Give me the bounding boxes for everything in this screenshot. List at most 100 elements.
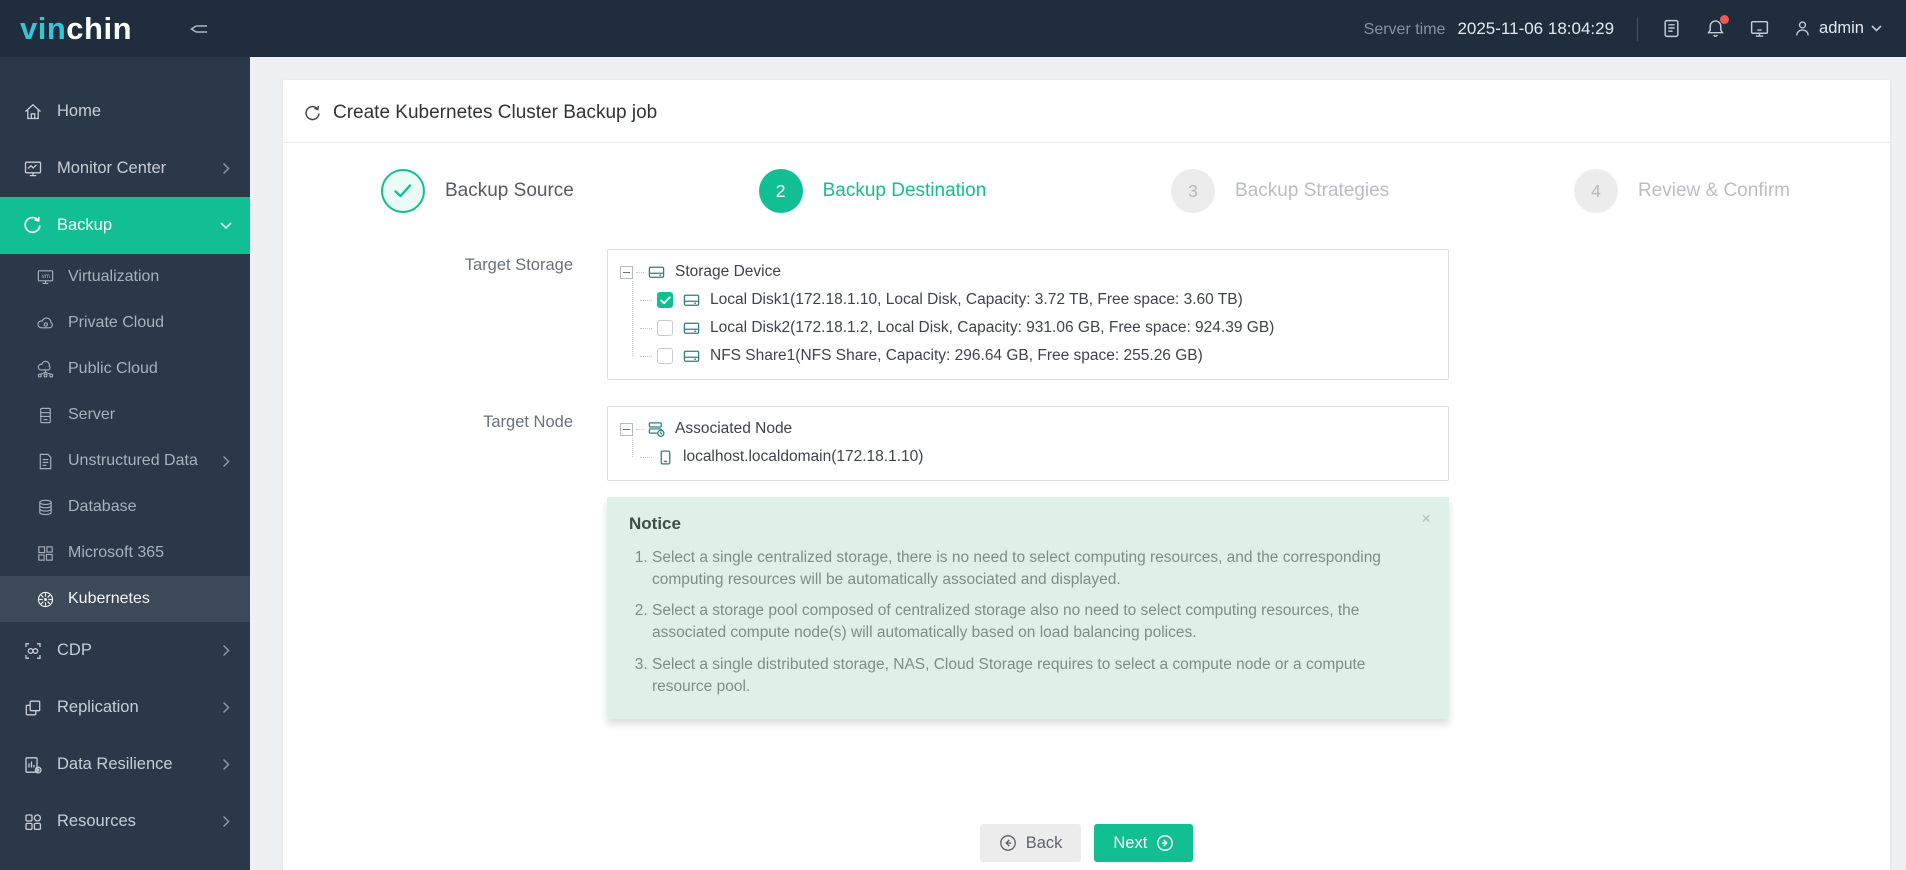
tree-row-localhost[interactable]: localhost.localdomain(172.18.1.10) [640, 443, 1436, 471]
storage-tree-root[interactable]: Storage Device [620, 258, 1436, 286]
sidebar-item-server[interactable]: Server [0, 392, 250, 438]
main-content: Create Kubernetes Cluster Backup job Bac… [250, 57, 1906, 870]
tree-row-local-disk1[interactable]: Local Disk1(172.18.1.10, Local Disk, Cap… [640, 286, 1436, 314]
user-icon [1793, 19, 1812, 38]
report-icon[interactable] [1661, 18, 1682, 39]
sidebar-item-public-cloud[interactable]: Public Cloud [0, 346, 250, 392]
username: admin [1819, 19, 1864, 37]
sidebar-item-resources[interactable]: Resources [0, 793, 250, 850]
step-backup-source: Backup Source [381, 169, 574, 213]
disk-icon [682, 291, 701, 310]
chevron-right-icon [222, 455, 230, 468]
wizard-card: Create Kubernetes Cluster Backup job Bac… [283, 80, 1890, 870]
console-display-icon[interactable] [1749, 18, 1770, 39]
back-button-label: Back [1025, 833, 1063, 852]
node-tree: Associated Node localhost.localdomain(17… [607, 406, 1449, 481]
tree-node-label: localhost.localdomain(172.18.1.10) [683, 448, 924, 465]
notification-badge [1720, 15, 1730, 24]
chevron-down-icon [1871, 25, 1882, 32]
sidebar-item-virtualization[interactable]: vm Virtualization [0, 254, 250, 300]
sidebar-item-backup[interactable]: Backup [0, 197, 250, 254]
sidebar-item-label: Virtualization [68, 268, 160, 285]
sidebar-item-label: Kubernetes [68, 590, 150, 607]
step-review-confirm: 4 Review & Confirm [1573, 169, 1790, 213]
next-button[interactable]: Next [1094, 824, 1194, 862]
sidebar-collapse-icon[interactable] [188, 20, 210, 38]
vinchin-logo: vinchin [20, 13, 132, 44]
chevron-right-icon [222, 815, 230, 828]
target-storage-label: Target Storage [464, 256, 573, 274]
logo-prefix: vin [20, 11, 67, 46]
sidebar-item-label: Data Resilience [57, 755, 173, 773]
logo-suffix: chin [66, 11, 133, 46]
step-label: Backup Destination [822, 180, 987, 201]
sidebar-item-monitor-center[interactable]: Monitor Center [0, 140, 250, 197]
server-icon [36, 406, 55, 425]
public-cloud-icon [36, 360, 55, 379]
sidebar-item-kubernetes[interactable]: Kubernetes [0, 576, 250, 622]
step-backup-strategies: 3 Backup Strategies [1171, 169, 1389, 213]
node-host-icon [657, 449, 674, 466]
tree-row-local-disk2[interactable]: Local Disk2(172.18.1.2, Local Disk, Capa… [640, 314, 1436, 342]
next-button-label: Next [1113, 833, 1148, 852]
tree-node-label: NFS Share1(NFS Share, Capacity: 296.64 G… [710, 347, 1203, 364]
target-node-row: Target Node Associated Node localhost.lo… [283, 406, 1890, 481]
storage-tree: Storage Device Local Disk1(172.18.1.10, … [607, 249, 1449, 380]
collapse-expander-icon[interactable] [620, 265, 633, 279]
server-time-label: Server time [1363, 20, 1446, 38]
wizard-footer: Back Next [283, 824, 1890, 862]
virtualization-icon: vm [36, 268, 55, 287]
back-button[interactable]: Back [979, 824, 1082, 862]
close-icon[interactable]: × [1421, 510, 1431, 527]
resources-icon [22, 811, 43, 832]
step-check-icon [381, 169, 425, 213]
node-tree-root[interactable]: Associated Node [620, 415, 1436, 443]
disk-icon [682, 347, 701, 366]
page-title: Create Kubernetes Cluster Backup job [333, 102, 658, 123]
sidebar-item-label: CDP [57, 641, 92, 659]
backup-refresh-icon [22, 215, 43, 236]
refresh-icon[interactable] [303, 104, 322, 123]
step-backup-destination: 2 Backup Destination [758, 169, 987, 213]
server-time-value: 2025-11-06 18:04:29 [1457, 18, 1615, 38]
target-storage-row: Target Storage Storage Device Local Disk… [283, 249, 1890, 380]
collapse-expander-icon[interactable] [620, 422, 633, 436]
chevron-down-icon [220, 219, 232, 232]
chevron-right-icon [222, 701, 230, 714]
user-menu[interactable]: admin [1793, 19, 1882, 38]
notifications-bell-icon[interactable] [1705, 15, 1730, 39]
sidebar-item-home[interactable]: Home [0, 83, 250, 140]
step-number: 2 [758, 169, 803, 213]
checkbox-unchecked[interactable] [657, 320, 673, 336]
notice-item: Select a single centralized storage, the… [652, 547, 1427, 591]
step-label: Review & Confirm [1637, 180, 1790, 201]
notice-panel: Notice × Select a single centralized sto… [607, 497, 1449, 719]
sidebar-item-cdp[interactable]: CDP [0, 622, 250, 679]
sidebar-item-label: Unstructured Data [68, 452, 198, 469]
replication-icon [22, 697, 43, 718]
step-number: 3 [1171, 169, 1216, 213]
sidebar-item-unstructured-data[interactable]: Unstructured Data [0, 438, 250, 484]
sidebar-item-data-resilience[interactable]: Data Resilience [0, 736, 250, 793]
sidebar-item-database[interactable]: Database [0, 484, 250, 530]
sidebar-item-label: Replication [57, 698, 139, 716]
target-node-label: Target Node [483, 413, 573, 431]
home-icon [22, 101, 43, 122]
sidebar-item-microsoft-365[interactable]: Microsoft 365 [0, 530, 250, 576]
sidebar-item-private-cloud[interactable]: Private Cloud [0, 300, 250, 346]
topbar-divider [1637, 16, 1639, 41]
checkbox-unchecked[interactable] [657, 348, 673, 364]
disk-icon [682, 319, 701, 338]
sidebar-item-replication[interactable]: Replication [0, 679, 250, 736]
tree-node-label: Storage Device [675, 263, 781, 280]
sidebar-item-label: Resources [57, 812, 136, 830]
topbar: vinchin Server time 2025-11-06 18:04:29 [0, 0, 1906, 57]
checkbox-checked[interactable] [657, 292, 673, 308]
tree-row-nfs-share1[interactable]: NFS Share1(NFS Share, Capacity: 296.64 G… [640, 342, 1436, 370]
sidebar-item-label: Monitor Center [57, 159, 167, 177]
sidebar-item-label: Backup [57, 216, 113, 234]
tree-node-label: Local Disk1(172.18.1.10, Local Disk, Cap… [710, 291, 1243, 308]
tree-node-label: Associated Node [675, 420, 793, 437]
unstructured-data-icon [36, 452, 55, 471]
sidebar-item-label: Database [68, 498, 137, 515]
